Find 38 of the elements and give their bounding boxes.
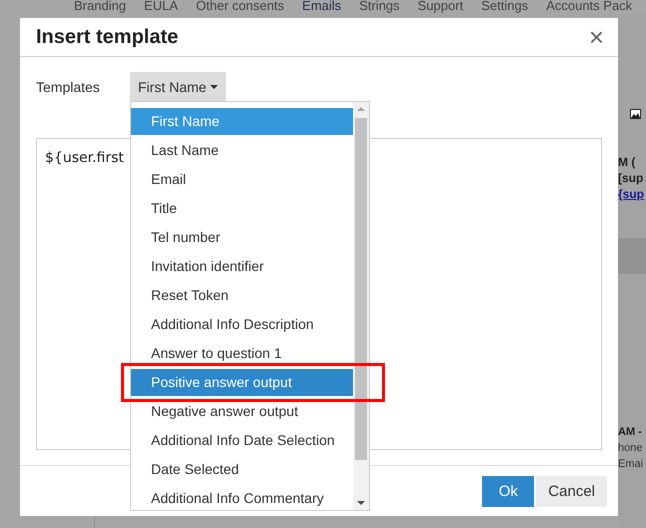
templates-dropdown[interactable]: First Name — [130, 72, 226, 102]
dropdown-option[interactable]: Title — [131, 195, 353, 222]
close-button[interactable]: × — [588, 27, 604, 47]
dropdown-option[interactable]: Last Name — [131, 137, 353, 164]
dialog-title: Insert template — [36, 26, 178, 48]
dropdown-option[interactable]: Additional Info Date Selection — [131, 427, 353, 454]
nav-tab[interactable]: Emails — [302, 0, 342, 14]
nav-tab[interactable]: Other consents — [196, 0, 284, 14]
dropdown-option[interactable]: Positive answer output — [131, 369, 353, 396]
ok-button[interactable]: Ok — [482, 476, 534, 506]
nav-tab[interactable]: Branding — [74, 0, 126, 14]
nav-tab[interactable]: EULA — [144, 0, 178, 14]
page-text: [sup — [618, 170, 644, 186]
dropdown-option[interactable]: Additional Info Description — [131, 311, 353, 338]
page-text: AM - — [618, 425, 643, 440]
nav-tab[interactable]: Strings — [359, 0, 400, 14]
nav-tab[interactable]: Support — [418, 0, 464, 14]
page-text: hone — [618, 441, 644, 456]
templates-label: Templates — [36, 79, 101, 95]
page-text: Emai — [618, 457, 644, 472]
dropdown-option[interactable]: Reset Token — [131, 282, 353, 309]
dropdown-option[interactable]: Email — [131, 166, 353, 193]
dropdown-option[interactable]: Answer to question 1 — [131, 340, 353, 367]
dropdown-option[interactable]: Tel number — [131, 224, 353, 251]
editor-text: ${user.first — [45, 150, 124, 166]
page-text: {sup — [618, 186, 646, 202]
nav-tab[interactable]: Settings — [481, 0, 528, 14]
page-text: M ( — [618, 154, 636, 170]
cancel-button[interactable]: Cancel — [536, 476, 607, 506]
image-icon[interactable] — [630, 109, 641, 119]
scrollbar[interactable] — [353, 102, 369, 510]
dropdown-option[interactable]: Negative answer output — [131, 398, 353, 425]
caret-icon — [210, 85, 218, 89]
dropdown-option[interactable]: Invitation identifier — [131, 253, 353, 280]
dropdown-option[interactable]: Additional Info Commentary — [131, 485, 353, 512]
nav-tab[interactable]: Accounts Pack — [546, 0, 632, 14]
dropdown-option[interactable]: Date Selected — [131, 456, 353, 483]
page-panel — [618, 238, 646, 274]
